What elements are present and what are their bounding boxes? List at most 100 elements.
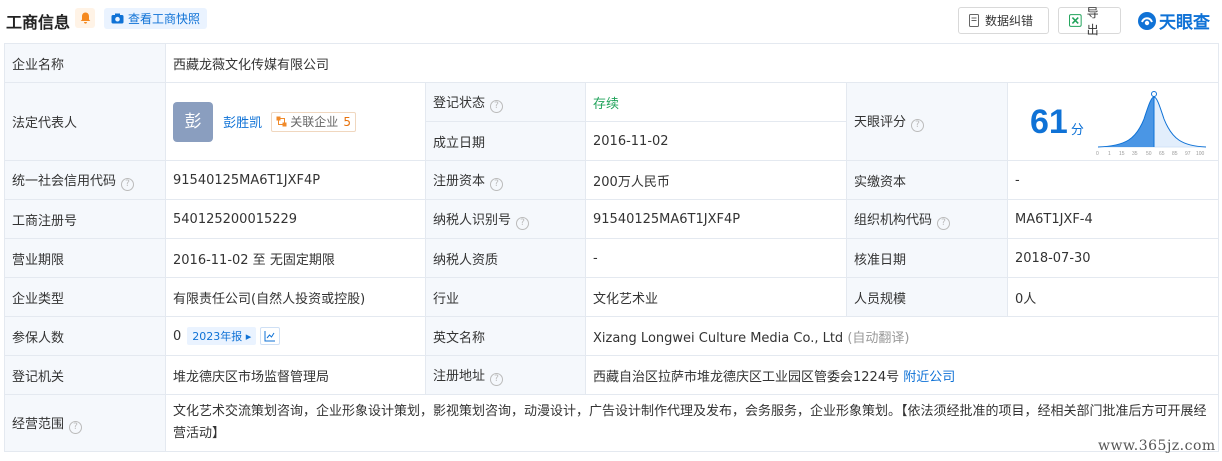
tick-label: 85 — [1172, 151, 1178, 157]
legal-rep-name-link[interactable]: 彭胜凯 — [223, 116, 262, 131]
help-icon[interactable]: ? — [937, 216, 951, 230]
tianyan-score-value: 61 — [1030, 103, 1068, 141]
reg-authority-label: 登记机关 — [4, 355, 166, 395]
nearby-companies-link[interactable]: 附近公司 — [903, 370, 955, 385]
score-distribution-chart: 0 1 15 35 50 65 85 97 100 — [1096, 91, 1207, 157]
snapshot-button[interactable]: 查看工商快照 — [104, 8, 208, 29]
reg-status-label-cell: 登记状态? — [425, 82, 586, 122]
credit-code-label: 统一社会信用代码 — [12, 173, 117, 189]
reg-capital-value: 200万人民币 — [585, 160, 847, 200]
snapshot-label: 查看工商快照 — [128, 12, 201, 26]
reg-address-label-cell: 注册地址? — [425, 355, 586, 395]
tick-label: 100 — [1196, 151, 1205, 157]
help-icon[interactable]: ? — [490, 177, 504, 191]
english-name-label: 英文名称 — [425, 316, 586, 356]
avatar[interactable]: 彭 — [173, 101, 213, 142]
trend-icon — [264, 331, 276, 342]
biz-term-label: 营业期限 — [4, 238, 166, 278]
logo-mark-icon — [1138, 11, 1156, 30]
credit-code-value: 91540125MA6T1JXF4P — [165, 160, 426, 200]
biz-scope-value: 文化艺术交流策划咨询，企业形象设计策划，影视策划咨询，动漫设计，广告设计制作代理… — [165, 394, 1219, 452]
network-icon — [276, 116, 287, 127]
taxpayer-id-value: 91540125MA6T1JXF4P — [585, 199, 847, 239]
legal-rep-cell: 彭 彭胜凯 关联企业 5 — [165, 82, 426, 161]
company-type-value: 有限责任公司(自然人投资或控股) — [165, 277, 426, 317]
company-name-value: 西藏龙薇文化传媒有限公司 — [165, 43, 1219, 83]
found-date-value: 2016-11-02 — [585, 121, 847, 161]
english-name-cell: Xizang Longwei Culture Media Co., Ltd (自… — [585, 316, 1219, 356]
help-icon[interactable]: ? — [490, 372, 504, 386]
report-error-button[interactable]: 数据纠错 — [958, 7, 1049, 34]
reg-address-label: 注册地址 — [433, 368, 486, 384]
approve-date-value: 2018-07-30 — [1007, 238, 1219, 278]
taxpayer-qual-value: - — [585, 238, 847, 278]
export-button[interactable]: 导出 — [1058, 6, 1121, 37]
trend-chart-button[interactable] — [260, 327, 281, 346]
staff-size-label: 人员规模 — [846, 277, 1008, 317]
table-row: 企业类型 有限责任公司(自然人投资或控股) 行业 文化艺术业 人员规模 0人 — [4, 277, 1219, 317]
table-row: 参保人数 0 2023年报 ▸ 英文名称 Xizang Longwei Cultu… — [4, 316, 1219, 356]
tianyan-score-cell[interactable]: 61 分 0 1 15 35 50 65 85 97 100 — [1007, 82, 1219, 161]
reg-no-value: 540125200015229 — [165, 199, 426, 239]
reg-status-value: 存续 — [585, 82, 847, 122]
industry-label: 行业 — [425, 277, 586, 317]
table-row: 企业名称 西藏龙薇文化传媒有限公司 — [4, 43, 1219, 83]
org-code-label-cell: 组织机构代码? — [846, 199, 1008, 239]
paid-capital-label: 实缴资本 — [846, 160, 1008, 200]
tick-label: 15 — [1119, 151, 1125, 157]
table-row: 统一社会信用代码? 91540125MA6T1JXF4P 注册资本? 200万人… — [4, 160, 1219, 200]
taxpayer-id-label-cell: 纳税人识别号? — [425, 199, 586, 239]
tick-label: 97 — [1185, 151, 1191, 157]
insured-label: 参保人数 — [4, 316, 166, 356]
table-row: 工商注册号 540125200015229 纳税人识别号? 91540125MA… — [4, 199, 1219, 239]
export-label: 导出 — [1086, 5, 1099, 37]
tianyan-score-label: 天眼评分 — [854, 115, 907, 130]
approve-date-label: 核准日期 — [846, 238, 1008, 278]
document-edit-icon — [969, 14, 979, 27]
report-error-label: 数据纠错 — [985, 14, 1034, 28]
industry-value: 文化艺术业 — [585, 277, 847, 317]
insured-value: 0 — [173, 328, 182, 344]
auto-translate-note: (自动翻译) — [847, 330, 910, 346]
reg-address-cell: 西藏自治区拉萨市堆龙德庆区工业园区管委会1224号 附近公司 — [585, 355, 1219, 395]
camera-icon — [111, 13, 124, 24]
watermark: www.365jz.com — [1098, 438, 1216, 454]
assoc-label: 关联企业 — [290, 115, 339, 129]
bell-icon[interactable] — [75, 8, 95, 28]
taxpayer-qual-label: 纳税人资质 — [425, 238, 586, 278]
table-row: 法定代表人 彭 彭胜凯 关联企业 5 登记状态? 存续 天眼评分? 61 分 0… — [4, 82, 1219, 161]
associated-companies-badge[interactable]: 关联企业 5 — [271, 111, 356, 132]
table-row: 经营范围? 文化艺术交流策划咨询，企业形象设计策划，影视策划咨询，动漫设计，广告… — [4, 394, 1219, 452]
tianyan-score-unit: 分 — [1070, 123, 1084, 138]
help-icon[interactable]: ? — [490, 99, 504, 113]
tick-label: 50 — [1146, 151, 1152, 157]
reg-address-value: 西藏自治区拉萨市堆龙德庆区工业园区管委会1224号 — [593, 369, 900, 385]
help-icon[interactable]: ? — [911, 119, 925, 132]
company-name-label: 企业名称 — [4, 43, 166, 83]
reg-no-label: 工商注册号 — [4, 199, 166, 239]
found-date-label: 成立日期 — [425, 121, 586, 161]
annual-report-dropdown[interactable]: 2023年报 ▸ — [187, 326, 257, 345]
english-name-value: Xizang Longwei Culture Media Co., Ltd — [593, 330, 844, 346]
assoc-count: 5 — [343, 114, 351, 129]
tick-label: 1 — [1108, 151, 1111, 157]
tianyancha-logo[interactable]: 天眼查 — [1137, 8, 1210, 33]
credit-code-label-cell: 统一社会信用代码? — [4, 160, 166, 200]
reg-capital-label-cell: 注册资本? — [425, 160, 586, 200]
help-icon[interactable]: ? — [121, 177, 135, 191]
paid-capital-value: - — [1007, 160, 1219, 200]
section-title: 工商信息 — [6, 13, 71, 32]
logo-text: 天眼查 — [1159, 13, 1210, 33]
help-icon[interactable]: ? — [516, 216, 530, 230]
tianyan-score-label-cell: 天眼评分? — [846, 82, 1008, 161]
biz-scope-label: 经营范围 — [12, 416, 65, 432]
tick-label: 0 — [1096, 151, 1099, 157]
insured-cell: 0 2023年报 ▸ — [165, 316, 426, 356]
org-code-value: MA6T1JXF-4 — [1007, 199, 1219, 239]
annual-report-label: 2023年报 — [192, 329, 243, 343]
help-icon[interactable]: ? — [69, 420, 83, 434]
reg-capital-label: 注册资本 — [433, 173, 486, 189]
reg-authority-value: 堆龙德庆区市场监督管理局 — [165, 355, 426, 395]
taxpayer-id-label: 纳税人识别号 — [433, 212, 512, 228]
table-row: 登记机关 堆龙德庆区市场监督管理局 注册地址? 西藏自治区拉萨市堆龙德庆区工业园… — [4, 355, 1219, 395]
